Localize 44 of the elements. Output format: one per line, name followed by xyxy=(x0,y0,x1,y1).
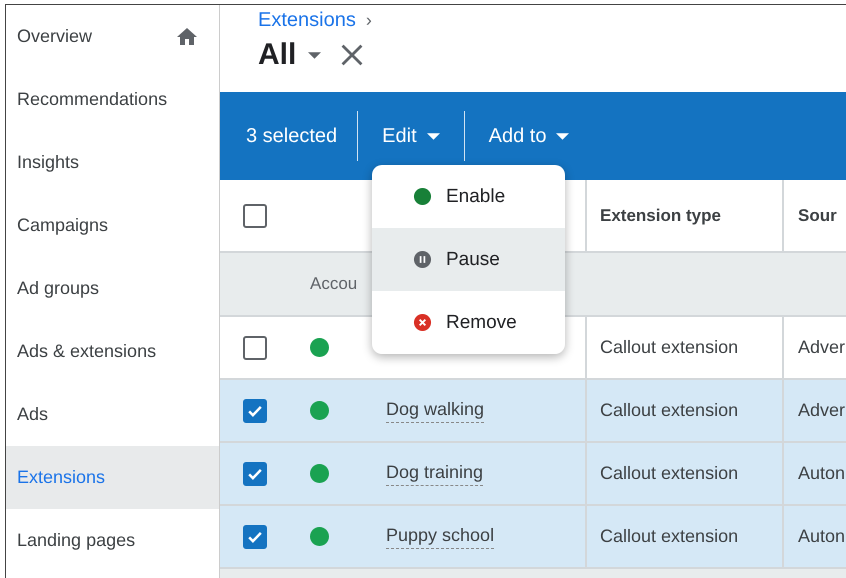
extension-name[interactable]: Dog walking xyxy=(386,398,484,422)
selection-count: 3 selected xyxy=(246,124,338,148)
table-cell: Auton xyxy=(798,463,846,484)
column-header[interactable]: Extension type xyxy=(600,206,721,226)
column-header[interactable]: Sour xyxy=(798,206,837,226)
sidebar-item[interactable]: Extensions xyxy=(6,446,219,509)
caret-icon xyxy=(556,132,570,140)
table-cell: Adver xyxy=(798,337,846,358)
menu-item[interactable]: Enable xyxy=(372,165,565,228)
action-dropdown[interactable]: Add to xyxy=(464,124,594,148)
remove-icon xyxy=(413,313,432,332)
menu-item[interactable]: Remove xyxy=(372,291,565,354)
breadcrumb-link[interactable]: Extensions xyxy=(258,9,356,32)
checkbox[interactable] xyxy=(243,462,267,486)
table-cell: Adver xyxy=(798,400,846,421)
table-cell: Callout extension xyxy=(600,526,738,547)
caret-icon[interactable] xyxy=(308,52,322,58)
sidebar-item[interactable]: Campaigns xyxy=(6,194,219,257)
sidebar-item[interactable]: Landing pages xyxy=(6,509,219,572)
close-icon[interactable] xyxy=(341,44,364,66)
sidebar-item[interactable]: Overview xyxy=(6,5,219,68)
pause-icon xyxy=(413,250,432,269)
extension-name[interactable]: Dog training xyxy=(386,462,484,486)
sidebar-item[interactable]: Ads & extensions xyxy=(6,320,219,383)
sidebar-item[interactable]: Recommendations xyxy=(6,68,219,131)
sidebar-item[interactable]: Ads xyxy=(6,383,219,446)
action-dropdown[interactable]: Edit xyxy=(358,124,464,148)
checkbox[interactable] xyxy=(243,398,267,422)
view-title: All xyxy=(258,38,296,72)
checkbox[interactable] xyxy=(243,336,267,360)
sidebar-item[interactable]: Insights xyxy=(6,131,219,194)
extension-name[interactable]: Puppy school xyxy=(386,524,494,548)
table-cell: Auton xyxy=(798,526,846,547)
table-cell: Callout extension xyxy=(600,463,738,484)
caret-icon xyxy=(426,132,440,140)
checkbox[interactable] xyxy=(243,524,267,548)
group-label: Accou xyxy=(310,274,358,294)
menu-item[interactable]: Pause xyxy=(372,228,565,291)
checkbox[interactable] xyxy=(243,204,267,228)
enable-icon xyxy=(413,187,432,206)
table-cell: Callout extension xyxy=(600,337,738,358)
table-cell: Callout extension xyxy=(600,400,738,421)
sidebar-item[interactable]: Ad groups xyxy=(6,257,219,320)
breadcrumb-separator: › xyxy=(366,10,372,31)
